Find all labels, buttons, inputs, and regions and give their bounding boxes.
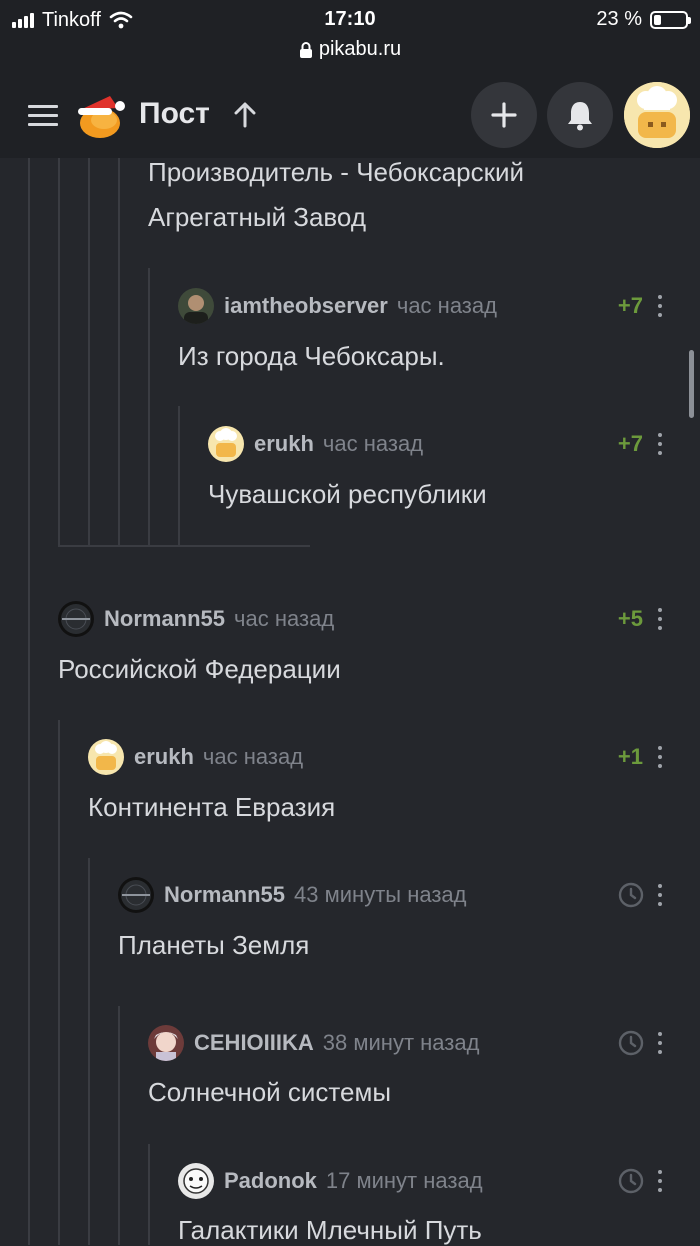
comment-time[interactable]: час назад <box>397 293 497 319</box>
comment-text: Из города Чебоксары. <box>178 341 445 371</box>
comment-time[interactable]: 38 минут назад <box>323 1030 480 1056</box>
comment-text: Агрегатный Завод <box>148 202 366 232</box>
username[interactable]: CEHIOIIIKA <box>194 1030 314 1056</box>
chef-avatar-icon <box>88 739 124 775</box>
comment-header: erukh час назад <box>208 426 423 462</box>
comment-time[interactable]: час назад <box>203 744 303 770</box>
comment-header: CEHIOIIIKA 38 минут назад <box>148 1025 479 1061</box>
thread-line <box>58 720 60 1245</box>
comment-header: erukh час назад <box>88 739 303 775</box>
plus-icon <box>491 102 517 128</box>
thread-line <box>118 158 120 546</box>
username[interactable]: Padonok <box>224 1168 317 1194</box>
comment-text: Галактики Млечный Путь <box>178 1215 482 1245</box>
comment-text: Планеты Земля <box>118 930 310 960</box>
thread-line <box>178 406 180 546</box>
thread-line <box>118 1006 120 1245</box>
status-right: 23 % <box>596 8 691 31</box>
user-photo-icon <box>178 288 214 324</box>
anime-avatar-icon <box>148 1025 184 1061</box>
clock-icon <box>618 1030 644 1056</box>
comment-text: Континента Евразия <box>88 792 336 822</box>
username[interactable]: iamtheobserver <box>224 293 388 319</box>
page-title: Пост <box>139 97 210 130</box>
comment-header: iamtheobserver час назад <box>178 288 497 324</box>
battery-icon <box>650 10 691 29</box>
chef-avatar-icon <box>624 82 690 148</box>
url-text: pikabu.ru <box>318 38 402 60</box>
username[interactable]: erukh <box>134 744 194 770</box>
comment-rating: +5 <box>617 606 643 631</box>
comment-time[interactable]: 17 минут назад <box>326 1168 483 1194</box>
comment-time[interactable]: час назад <box>323 431 423 457</box>
thread-line <box>88 158 90 546</box>
clock-icon <box>618 1168 644 1194</box>
address-bar[interactable]: pikabu.ru <box>0 38 700 61</box>
comment-header: Normann55 43 минуты назад <box>118 877 467 913</box>
thread-line <box>88 858 90 1245</box>
avatar[interactable] <box>208 426 244 462</box>
vinyl-avatar-icon <box>58 601 94 637</box>
comment-text: Российской Федерации <box>58 654 341 684</box>
avatar[interactable] <box>58 601 94 637</box>
thread-line <box>28 158 30 1245</box>
bell-icon <box>568 102 592 131</box>
username[interactable]: Normann55 <box>164 882 285 908</box>
more-icon[interactable] <box>657 433 663 455</box>
comment-rating: +7 <box>617 431 643 456</box>
avatar[interactable] <box>178 288 214 324</box>
face-avatar-icon <box>178 1163 214 1199</box>
avatar[interactable] <box>88 739 124 775</box>
thread-separator <box>58 545 310 547</box>
status-time: 17:10 <box>324 8 376 30</box>
chef-avatar-icon <box>208 426 244 462</box>
lock-icon <box>299 41 312 58</box>
comment-header: Normann55 час назад <box>58 601 334 637</box>
comment-text: Чувашской республики <box>208 479 487 509</box>
avatar[interactable] <box>178 1163 214 1199</box>
comment-text: Солнечной системы <box>148 1077 392 1107</box>
clock-icon <box>618 882 644 908</box>
avatar[interactable] <box>148 1025 184 1061</box>
battery-level <box>654 14 661 25</box>
vinyl-avatar-icon <box>118 877 154 913</box>
thread-line <box>58 158 60 546</box>
thread-line <box>148 1144 150 1245</box>
more-icon[interactable] <box>657 295 663 317</box>
add-post-button[interactable] <box>471 82 537 148</box>
comment-header: Padonok 17 минут назад <box>178 1163 483 1199</box>
avatar[interactable] <box>118 877 154 913</box>
scrollbar[interactable] <box>689 350 694 418</box>
notifications-button[interactable] <box>547 82 613 148</box>
username[interactable]: Normann55 <box>104 606 225 632</box>
pikabu-logo[interactable] <box>74 88 128 142</box>
status-bar: Tinkoff 17:10 23 % pikabu.ru <box>0 0 700 72</box>
more-icon[interactable] <box>657 608 663 630</box>
battery-percent: 23 % <box>596 8 642 30</box>
comment-time[interactable]: 43 минуты назад <box>294 882 466 908</box>
comment-rating: +1 <box>617 744 643 769</box>
more-icon[interactable] <box>657 1032 663 1054</box>
more-icon[interactable] <box>657 746 663 768</box>
thread-line <box>148 268 150 546</box>
arrow-up-icon[interactable] <box>232 100 258 130</box>
user-avatar[interactable] <box>624 82 690 148</box>
comment-rating: +7 <box>617 293 643 318</box>
more-icon[interactable] <box>657 884 663 906</box>
username[interactable]: erukh <box>254 431 314 457</box>
more-icon[interactable] <box>657 1170 663 1192</box>
app-header: Пост <box>0 72 700 158</box>
menu-icon[interactable] <box>28 105 58 127</box>
comment-text: Производитель - Чебоксарский <box>148 157 525 187</box>
comment-time[interactable]: час назад <box>234 606 334 632</box>
